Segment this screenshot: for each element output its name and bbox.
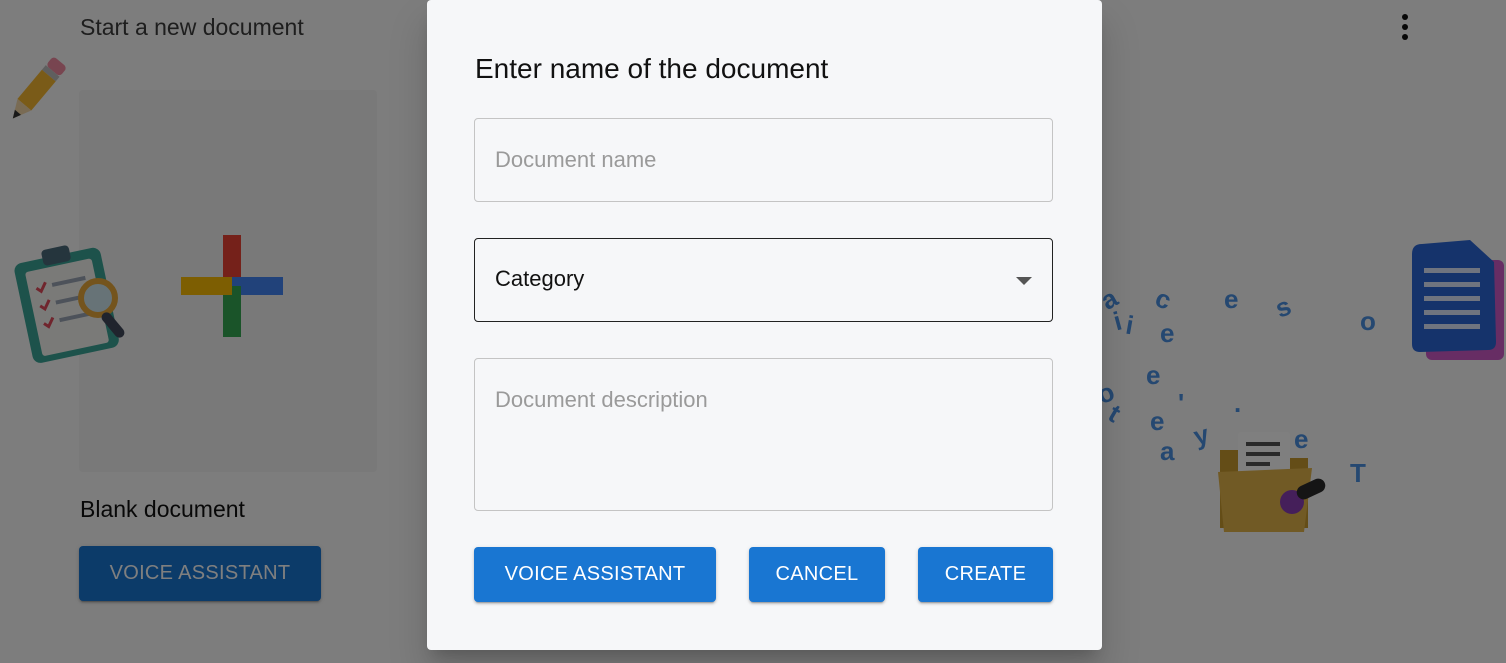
create-document-dialog: Enter name of the document Category VOIC… xyxy=(427,0,1102,650)
cancel-button[interactable]: CANCEL xyxy=(749,547,885,602)
dialog-title: Enter name of the document xyxy=(475,53,829,84)
category-label: Category xyxy=(495,266,585,291)
document-name-input[interactable] xyxy=(475,119,1052,201)
category-select[interactable]: Category xyxy=(474,238,1053,322)
create-button[interactable]: CREATE xyxy=(918,547,1053,602)
document-description-input[interactable] xyxy=(475,359,1052,510)
caret-down-icon xyxy=(1016,277,1032,285)
document-description-field xyxy=(474,358,1053,511)
dialog-voice-assistant-button[interactable]: VOICE ASSISTANT xyxy=(474,547,716,602)
document-name-field xyxy=(474,118,1053,202)
